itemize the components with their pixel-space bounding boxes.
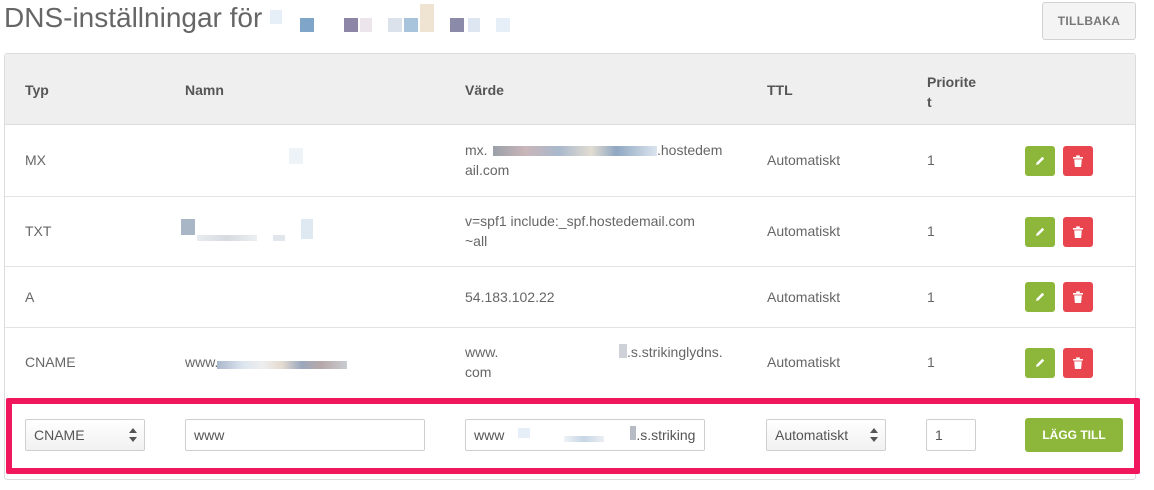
- column-header-ttl: TTL: [767, 82, 793, 98]
- edit-record-button[interactable]: [1025, 348, 1055, 378]
- column-header-priority: Priorite t: [927, 72, 976, 112]
- record-name: www.: [185, 352, 355, 372]
- record-value-input-prefix: www: [474, 427, 505, 443]
- column-header-priority-line2: t: [927, 94, 932, 110]
- record-priority: 1: [927, 289, 935, 305]
- record-value: 54.183.102.22: [465, 289, 555, 305]
- table-row: A 54.183.102.22 Automatiskt 1: [5, 267, 1135, 328]
- trash-icon: [1073, 356, 1083, 369]
- record-priority: 1: [927, 223, 935, 239]
- record-type-select-value: CNAME: [34, 427, 85, 443]
- priority-input[interactable]: 1: [926, 419, 976, 451]
- pencil-icon: [1036, 227, 1045, 236]
- record-value: www. .s.strikinglydns. com: [465, 342, 755, 382]
- priority-input-value: 1: [935, 427, 943, 443]
- trash-icon: [1073, 225, 1083, 238]
- table-header: Typ Namn Värde TTL Priorite t: [5, 54, 1135, 125]
- add-record-button[interactable]: LÄGG TILL: [1025, 418, 1123, 452]
- record-value-suffix: .s.strikinglydns.: [627, 344, 723, 360]
- table-row: CNAME www. www. .s.strikinglydns. com Au…: [5, 328, 1135, 396]
- page-title-text: DNS-inställningar för: [4, 2, 263, 33]
- record-value-line2: ~all: [465, 233, 488, 249]
- redacted-value: [504, 426, 637, 442]
- pencil-icon: [1036, 292, 1045, 301]
- record-ttl: Automatiskt: [767, 152, 841, 168]
- column-header-name: Namn: [185, 82, 224, 98]
- delete-record-button[interactable]: [1063, 282, 1093, 312]
- edit-record-button[interactable]: [1025, 146, 1055, 176]
- table-row: TXT v=spf1 include:_spf.hostedemail.com …: [5, 197, 1135, 267]
- record-ttl: Automatiskt: [767, 223, 841, 239]
- back-button[interactable]: TILLBAKA: [1042, 2, 1136, 40]
- delete-record-button[interactable]: [1063, 146, 1093, 176]
- delete-record-button[interactable]: [1063, 217, 1093, 247]
- pencil-icon: [1036, 156, 1045, 165]
- table-row: MX mx. .hostedem ail.com Automatiskt 1: [5, 126, 1135, 197]
- record-type: TXT: [25, 223, 52, 239]
- ttl-select-value: Automatiskt: [775, 427, 849, 443]
- trash-icon: [1073, 154, 1083, 167]
- record-type: A: [25, 289, 35, 305]
- record-name-input-value: www: [194, 427, 225, 443]
- record-value-input-suffix: .s.striking: [636, 427, 696, 443]
- record-type: CNAME: [25, 354, 76, 370]
- column-header-type: Typ: [25, 82, 49, 98]
- add-record-form: CNAME www www .s.striking Automatiskt 1 …: [6, 398, 1140, 474]
- column-header-value: Värde: [465, 82, 504, 98]
- record-name-input[interactable]: www: [185, 419, 425, 451]
- record-value-prefix: www.: [465, 344, 499, 360]
- edit-record-button[interactable]: [1025, 217, 1055, 247]
- record-value: mx. .hostedem ail.com: [465, 140, 735, 180]
- record-priority: 1: [927, 354, 935, 370]
- column-header-priority-line1: Priorite: [927, 74, 977, 90]
- trash-icon: [1073, 290, 1083, 303]
- select-arrows-icon: [129, 428, 137, 442]
- page-title: DNS-inställningar för: [4, 0, 262, 36]
- record-type: MX: [25, 152, 46, 168]
- record-value-line2: com: [465, 364, 492, 380]
- redacted-domain-name: [270, 4, 510, 34]
- record-value-line1: v=spf1 include:_spf.hostedemail.com: [465, 213, 695, 229]
- redacted-name: [289, 148, 303, 164]
- record-ttl: Automatiskt: [767, 354, 841, 370]
- redacted-value: [493, 146, 657, 156]
- pencil-icon: [1036, 358, 1045, 367]
- record-ttl: Automatiskt: [767, 289, 841, 305]
- record-value-line2: ail.com: [465, 162, 510, 178]
- ttl-select[interactable]: Automatiskt: [766, 419, 886, 451]
- redacted-value: [619, 344, 627, 358]
- record-value-suffix: .hostedem: [657, 142, 723, 158]
- select-arrows-icon: [870, 428, 878, 442]
- edit-record-button[interactable]: [1025, 282, 1055, 312]
- delete-record-button[interactable]: [1063, 348, 1093, 378]
- redacted-name: [217, 361, 347, 369]
- record-priority: 1: [927, 152, 935, 168]
- record-name-prefix: www.: [185, 354, 219, 370]
- record-type-select[interactable]: CNAME: [25, 419, 145, 451]
- record-value: v=spf1 include:_spf.hostedemail.com ~all: [465, 211, 755, 251]
- record-value-input[interactable]: www .s.striking: [465, 419, 705, 451]
- record-value-prefix: mx.: [465, 142, 488, 158]
